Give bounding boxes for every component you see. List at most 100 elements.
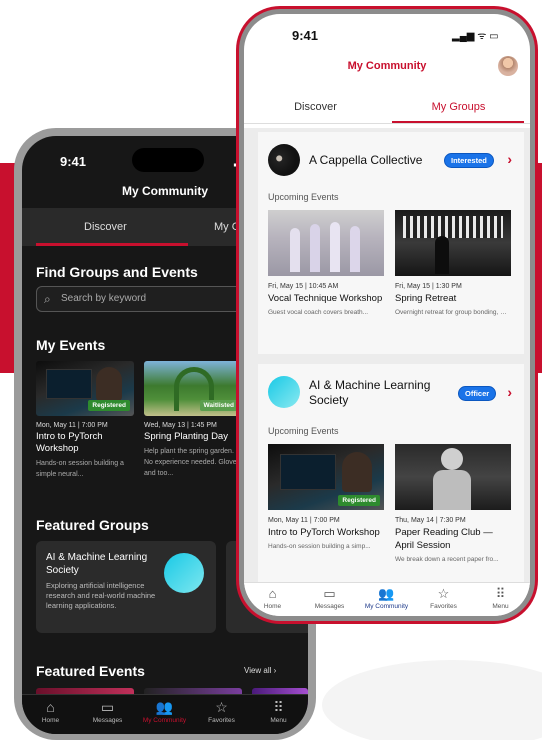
waitlisted-badge: Waitlisted xyxy=(199,400,238,411)
active-tab-indicator xyxy=(36,243,188,246)
search-placeholder: Search by keyword xyxy=(61,293,147,304)
nav-label: My Community xyxy=(142,717,187,724)
tab-discover[interactable]: Discover xyxy=(84,221,127,233)
page-title: My Community xyxy=(347,60,427,72)
group-avatar xyxy=(164,553,204,593)
status-time: 9:41 xyxy=(292,28,319,43)
favorites-icon: ☆ xyxy=(215,699,228,715)
search-icon: ⌕ xyxy=(44,292,51,306)
community-icon: 👥 xyxy=(155,699,174,715)
group-card[interactable]: A Cappella Collective Interested › Upcom… xyxy=(258,132,524,354)
nav-messages[interactable]: ▭ Messages xyxy=(79,699,136,724)
event-name: Intro to PyTorch Workshop xyxy=(268,527,380,538)
messages-icon: ▭ xyxy=(100,699,115,715)
light-screen: 9:41 ▂▄▆ ᯤ ▭ My Community Discover My Gr… xyxy=(244,14,530,616)
nav-my-community[interactable]: 👥 My Community xyxy=(358,586,415,610)
nav-label: Home xyxy=(263,603,282,610)
event-card[interactable]: Waitlisted Wed, May 13 | 1:45 PM Spring … xyxy=(144,361,242,479)
upcoming-events-label: Upcoming Events xyxy=(268,192,339,202)
profile-avatar[interactable] xyxy=(498,56,518,76)
chevron-right-icon[interactable]: › xyxy=(507,384,512,400)
group-avatar xyxy=(268,376,300,408)
event-name: Spring Retreat xyxy=(395,293,457,304)
nav-label: My Community xyxy=(364,603,409,610)
group-name: A Cappella Collective xyxy=(309,153,423,167)
nav-menu[interactable]: ⠿ Menu xyxy=(250,699,307,724)
tab-discover[interactable]: Discover xyxy=(244,101,387,113)
officer-badge: Officer xyxy=(458,386,497,401)
group-name: AI & Machine Learning Society xyxy=(46,552,148,576)
bottom-nav: ⌂ Home ▭ Messages 👥 My Community ☆ Favorites… xyxy=(244,582,530,616)
nav-label: Home xyxy=(41,717,60,724)
view-all-label: View all xyxy=(244,666,272,675)
event-desc: We break down a recent paper fro... xyxy=(395,556,499,563)
event-image: Waitlisted xyxy=(144,361,242,416)
nav-favorites[interactable]: ☆ Favorites xyxy=(415,586,472,610)
event-card[interactable]: Fri, May 15 | 10:45 AM Vocal Technique W… xyxy=(268,210,384,316)
status-icons: ▂▄▆ ᯤ ▭ xyxy=(452,31,499,42)
event-image: Registered xyxy=(268,444,384,510)
event-date: Thu, May 14 | 7:30 PM xyxy=(395,517,466,524)
event-date: Mon, May 11 | 7:00 PM xyxy=(268,517,340,524)
event-image: Registered xyxy=(36,361,134,416)
active-tab-indicator xyxy=(392,121,524,123)
groups-list: A Cappella Collective Interested › Upcom… xyxy=(244,128,530,583)
bottom-nav: ⌂ Home ▭ Messages 👥 My Community ☆ Favorites… xyxy=(22,694,308,734)
nav-home[interactable]: ⌂ Home xyxy=(22,699,79,724)
community-icon: 👥 xyxy=(378,586,395,601)
event-image xyxy=(268,210,384,276)
nav-label: Messages xyxy=(314,603,345,610)
event-date: Fri, May 15 | 1:30 PM xyxy=(395,283,462,290)
nav-my-community[interactable]: 👥 My Community xyxy=(136,699,193,724)
nav-menu[interactable]: ⠿ Menu xyxy=(472,586,529,610)
nav-label: Menu xyxy=(492,603,509,610)
upcoming-events-label: Upcoming Events xyxy=(268,426,339,436)
event-desc: Overnight retreat for group bonding, mus… xyxy=(395,309,511,316)
my-events-heading: My Events xyxy=(36,337,106,353)
event-desc: Guest vocal coach covers breath... xyxy=(268,309,369,316)
background-swoosh xyxy=(322,660,542,740)
phone-frame: 9:41 ▂▄▆ ᯤ ▭ My Community Discover My Gr… xyxy=(239,9,535,621)
event-desc: Hands-on session building a simp... xyxy=(268,543,371,550)
group-desc: Exploring artificial intelligence resear… xyxy=(46,581,156,610)
event-desc: Hands-on session building a simple neura… xyxy=(36,460,124,478)
tab-my-groups[interactable]: My Groups xyxy=(387,101,530,113)
tab-bar: Discover My Groups xyxy=(244,87,530,124)
event-image xyxy=(395,210,511,276)
menu-icon: ⠿ xyxy=(495,586,506,601)
event-card[interactable]: Registered Mon, May 11 | 7:00 PM Intro t… xyxy=(36,361,134,480)
event-card[interactable]: Fri, May 15 | 1:30 PM Spring Retreat Ove… xyxy=(395,210,511,316)
featured-groups-heading: Featured Groups xyxy=(36,517,149,533)
event-date: Fri, May 15 | 10:45 AM xyxy=(268,283,339,290)
chevron-right-icon[interactable]: › xyxy=(507,151,512,167)
nav-label: Favorites xyxy=(430,603,457,610)
dynamic-island xyxy=(132,148,204,172)
featured-group-card[interactable]: AI & Machine Learning Society Exploring … xyxy=(36,541,216,633)
nav-label: Favorites xyxy=(208,717,235,724)
nav-label: Menu xyxy=(270,717,287,724)
event-name: Paper Reading Club — April Session xyxy=(395,527,493,551)
event-image xyxy=(395,444,511,510)
nav-home[interactable]: ⌂ Home xyxy=(244,586,301,610)
event-name: Spring Planting Day xyxy=(144,431,228,442)
home-icon: ⌂ xyxy=(46,699,55,715)
view-all-link[interactable]: View all › xyxy=(244,666,276,675)
nav-favorites[interactable]: ☆ Favorites xyxy=(193,699,250,724)
favorites-icon: ☆ xyxy=(437,586,450,601)
menu-icon: ⠿ xyxy=(273,699,284,715)
event-name: Intro to PyTorch Workshop xyxy=(36,431,103,454)
nav-label: Messages xyxy=(92,717,123,724)
event-card[interactable]: Thu, May 14 | 7:30 PM Paper Reading Club… xyxy=(395,444,511,563)
nav-messages[interactable]: ▭ Messages xyxy=(301,586,358,610)
event-desc: Help plant the spring garden. No experie… xyxy=(144,448,241,477)
home-icon: ⌂ xyxy=(268,586,277,601)
event-date: Wed, May 13 | 1:45 PM xyxy=(144,422,217,429)
event-card[interactable]: Registered Mon, May 11 | 7:00 PM Intro t… xyxy=(268,444,384,550)
promo-stage: 9:41 ▂▄▆ My Community Discover My Gro Fi… xyxy=(0,0,542,740)
registered-badge: Registered xyxy=(88,400,130,411)
status-time: 9:41 xyxy=(60,154,87,169)
group-card[interactable]: AI & Machine Learning Society Officer › … xyxy=(258,364,524,583)
group-avatar xyxy=(268,144,300,176)
light-phone: 9:41 ▂▄▆ ᯤ ▭ My Community Discover My Gr… xyxy=(236,6,538,624)
interested-badge: Interested xyxy=(444,153,494,168)
